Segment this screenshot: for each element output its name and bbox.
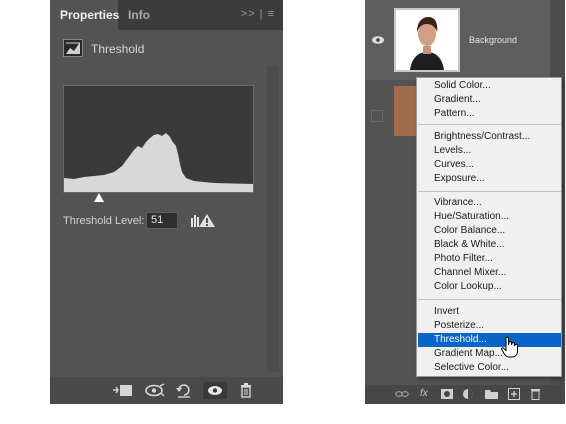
properties-scrollbar[interactable] <box>267 66 279 372</box>
threshold-level-label: Threshold Level: <box>63 215 145 227</box>
adjustment-layer-icon[interactable] <box>462 388 474 400</box>
hand-cursor-icon <box>501 336 518 358</box>
adjustment-header: Threshold <box>50 34 283 64</box>
menu-item-solid-color[interactable]: Solid Color... <box>418 79 561 93</box>
menu-item-channel-mixer[interactable]: Channel Mixer... <box>418 266 561 280</box>
tab-info[interactable]: Info <box>128 0 150 30</box>
folder-icon[interactable] <box>485 388 498 400</box>
clip-to-layer-icon[interactable] <box>112 382 134 399</box>
menu-item-curves[interactable]: Curves... <box>418 158 561 172</box>
histogram-graph <box>64 133 253 192</box>
menu-separator <box>418 124 561 125</box>
menu-item-black-white[interactable]: Black & White... <box>418 238 561 252</box>
layers-footer: fx <box>365 385 565 404</box>
menu-item-hue-saturation[interactable]: Hue/Saturation... <box>418 210 561 224</box>
adjustment-title: Threshold <box>91 42 145 56</box>
menu-item-invert[interactable]: Invert <box>418 305 561 319</box>
menu-item-pattern[interactable]: Pattern... <box>418 107 561 121</box>
menu-item-brightness-contrast[interactable]: Brightness/Contrast... <box>418 130 561 144</box>
menu-item-exposure[interactable]: Exposure... <box>418 172 561 186</box>
panel-tab-bar: Properties Info >> | ≡ <box>50 0 283 30</box>
histogram-warning-icon[interactable] <box>190 212 216 228</box>
second-layer-visibility-box[interactable] <box>371 110 383 122</box>
threshold-slider-handle[interactable] <box>94 193 104 202</box>
trash-icon[interactable] <box>530 388 541 400</box>
menu-item-threshold[interactable]: Threshold... <box>418 333 561 347</box>
menu-item-posterize[interactable]: Posterize... <box>418 319 561 333</box>
adjustment-layer-menu: Solid Color... Gradient... Pattern... Br… <box>416 77 562 377</box>
properties-footer <box>50 377 283 404</box>
threshold-level-input[interactable]: 51 <box>146 212 178 229</box>
layer-thumbnail[interactable] <box>394 8 460 72</box>
menu-item-gradient[interactable]: Gradient... <box>418 93 561 107</box>
layer-name[interactable]: Background <box>469 35 517 45</box>
fx-icon[interactable]: fx <box>420 388 428 399</box>
toggle-visibility-button[interactable] <box>203 382 227 399</box>
threshold-histogram <box>63 85 254 193</box>
tab-properties[interactable]: Properties <box>50 0 119 30</box>
menu-item-levels[interactable]: Levels... <box>418 144 561 158</box>
menu-separator <box>418 191 561 192</box>
add-mask-icon[interactable] <box>441 388 453 400</box>
link-icon[interactable] <box>395 388 409 400</box>
menu-item-vibrance[interactable]: Vibrance... <box>418 196 561 210</box>
panel-menu-controls[interactable]: >> | ≡ <box>241 8 275 20</box>
menu-item-color-balance[interactable]: Color Balance... <box>418 224 561 238</box>
delete-icon[interactable] <box>238 382 254 399</box>
menu-item-gradient-map[interactable]: Gradient Map... <box>418 347 561 361</box>
reset-icon[interactable] <box>175 382 193 399</box>
menu-separator <box>418 299 561 300</box>
menu-item-selective-color[interactable]: Selective Color... <box>418 361 561 375</box>
view-previous-state-icon[interactable] <box>144 382 166 399</box>
second-layer-thumbnail[interactable] <box>394 86 416 136</box>
menu-item-color-lookup[interactable]: Color Lookup... <box>418 280 561 294</box>
threshold-adjustment-icon <box>63 39 83 57</box>
properties-panel: Properties Info >> | ≡ Threshold Thresho… <box>50 0 283 404</box>
new-layer-icon[interactable] <box>508 388 520 400</box>
portrait-thumbnail-image <box>396 10 458 70</box>
layer-row-background[interactable]: Background <box>365 0 550 80</box>
layer-visibility-eye-icon[interactable] <box>371 35 385 45</box>
toggle-visibility-icon <box>208 386 222 395</box>
menu-item-photo-filter[interactable]: Photo Filter... <box>418 252 561 266</box>
